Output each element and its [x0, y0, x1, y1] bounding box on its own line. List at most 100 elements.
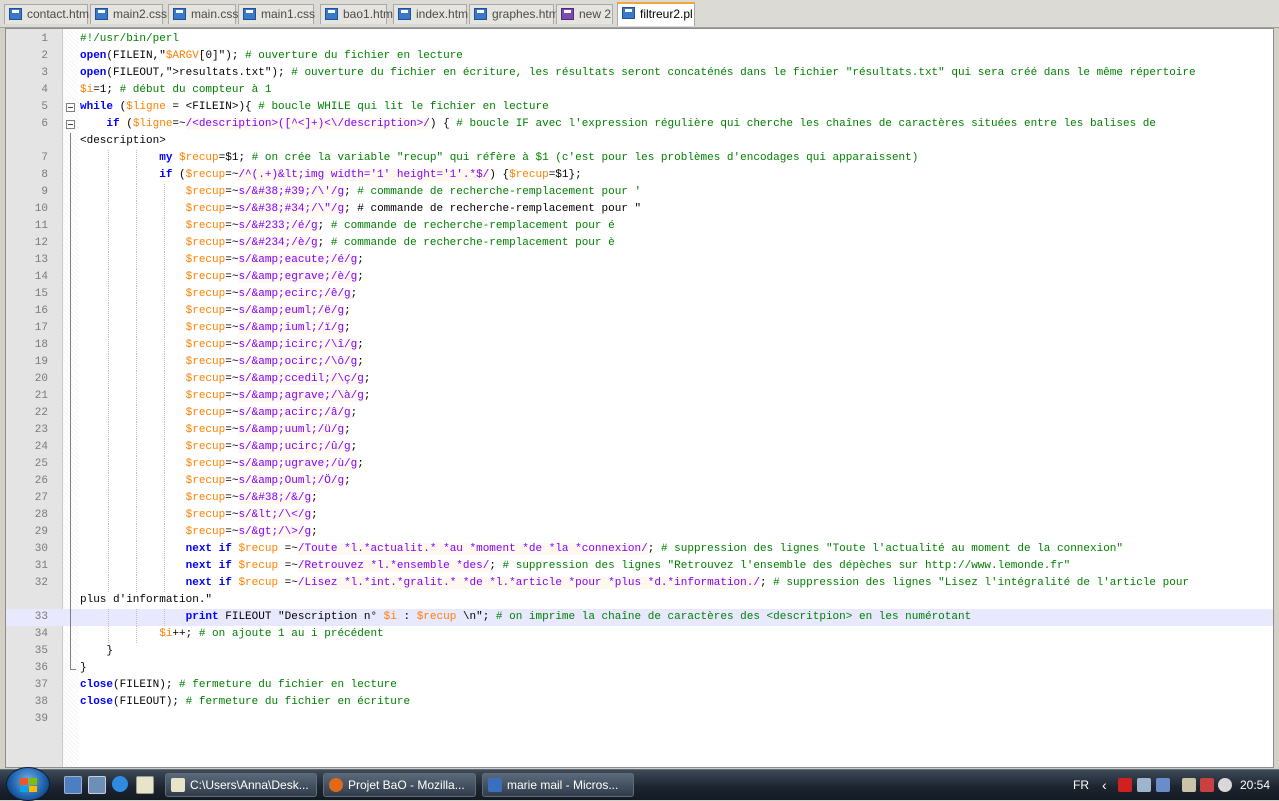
tab-filtreur2-pl[interactable]: filtreur2.pl [617, 2, 695, 26]
code-line[interactable]: 4 $i=1; # début du compteur à 1 [6, 82, 1273, 99]
notepad-icon [171, 778, 185, 792]
code-line[interactable]: 34 $i++; # on ajoute 1 au i précédent [6, 626, 1273, 643]
saved-file-icon [9, 8, 22, 20]
taskbar-button[interactable]: C:\Users\Anna\Desk... [165, 773, 317, 797]
code-line[interactable]: 2 open(FILEIN,"$ARGV[0]"); # ouverture du… [6, 48, 1273, 65]
code-line[interactable]: 23 $recup=~s/&amp;uuml;/ü/g; [6, 422, 1273, 439]
code-line[interactable]: 32 next if $recup =~/Lisez *l.*int.*gral… [6, 575, 1273, 592]
tab-main2-css[interactable]: main2.css [90, 4, 167, 24]
line-number: 2 [41, 50, 48, 62]
code-line[interactable]: plus d'information." [6, 592, 1273, 609]
code-line[interactable]: 27 $recup=~s/&#38;/&/g; [6, 490, 1273, 507]
tab-label: main.css [191, 7, 239, 21]
code-line[interactable]: 19 $recup=~s/&amp;ocirc;/\ô/g; [6, 354, 1273, 371]
code-text: $recup=~s/&amp;iuml;/ï/g; [185, 322, 351, 334]
code-line[interactable]: 15 $recup=~s/&amp;ecirc;/ê/g; [6, 286, 1273, 303]
code-text: $recup=~s/&#38;/&/g; [185, 492, 318, 504]
start-button[interactable] [6, 767, 50, 801]
clock[interactable]: 20:54 [1240, 770, 1270, 800]
fold-line [70, 269, 71, 286]
device-icon[interactable] [1156, 778, 1170, 792]
code-line[interactable]: <description> [6, 133, 1273, 150]
line-number: 14 [34, 271, 48, 283]
antivirus-icon[interactable] [1118, 778, 1132, 792]
code-text: $recup=~s/&amp;eacute;/é/g; [185, 254, 364, 266]
fold-line [70, 252, 71, 269]
line-number: 17 [34, 322, 48, 334]
tab-contact-htm[interactable]: contact.htm [4, 4, 89, 24]
fold-collapse-icon[interactable] [66, 120, 75, 129]
line-number: 24 [34, 441, 48, 453]
code-line[interactable]: 17 $recup=~s/&amp;iuml;/ï/g; [6, 320, 1273, 337]
switch-windows-icon[interactable] [88, 776, 106, 794]
code-text: $recup=~s/&amp;egrave;/è/g; [185, 271, 364, 283]
volume-muted-icon[interactable] [1218, 778, 1232, 792]
code-line[interactable]: 18 $recup=~s/&amp;icirc;/\î/g; [6, 337, 1273, 354]
code-line[interactable]: 33 print FILEOUT "Description n° $i : $r… [6, 609, 1273, 626]
code-line[interactable]: 13 $recup=~s/&amp;eacute;/é/g; [6, 252, 1273, 269]
code-line[interactable]: 14 $recup=~s/&amp;egrave;/è/g; [6, 269, 1273, 286]
tab-main-css[interactable]: main.css [168, 4, 239, 24]
tray-chevron-icon[interactable]: ‹ [1102, 770, 1107, 800]
saved-file-icon [95, 8, 108, 20]
code-line[interactable]: 7 my $recup=$1; # on crée la variable "r… [6, 150, 1273, 167]
code-line[interactable]: 22 $recup=~s/&amp;acirc;/â/g; [6, 405, 1273, 422]
code-line[interactable]: 35 } [6, 643, 1273, 660]
code-line[interactable]: 26 $recup=~s/&amp;Ouml;/Ö/g; [6, 473, 1273, 490]
code-text: close(FILEIN); # fermeture du fichier en… [80, 679, 397, 691]
fold-collapse-icon[interactable] [66, 103, 75, 112]
code-line[interactable]: 6 if ($ligne=~/<description>([^<]+)<\/de… [6, 116, 1273, 133]
code-line[interactable]: 5 while ($ligne = <FILEIN>){ # boucle WHI… [6, 99, 1273, 116]
code-text: $recup=~s/&amp;acirc;/â/g; [185, 407, 358, 419]
internet-explorer-icon[interactable] [112, 776, 128, 792]
code-text: $recup=~s/&lt;/\</g; [185, 509, 318, 521]
safely-remove-icon[interactable] [1182, 778, 1196, 792]
code-line[interactable]: 38 close(FILEOUT); # fermeture du fichier… [6, 694, 1273, 711]
code-line[interactable]: 37 close(FILEIN); # fermeture du fichier … [6, 677, 1273, 694]
network-icon[interactable] [1137, 778, 1151, 792]
code-line[interactable]: 36} [6, 660, 1273, 677]
fold-line [70, 150, 71, 167]
language-indicator[interactable]: FR [1073, 770, 1089, 800]
code-line[interactable]: 12 $recup=~s/&#234;/è/g; # commande de r… [6, 235, 1273, 252]
code-line[interactable]: 16 $recup=~s/&amp;euml;/ë/g; [6, 303, 1273, 320]
fold-line [70, 133, 71, 150]
code-text: plus d'information." [80, 594, 213, 606]
show-desktop-icon[interactable] [64, 776, 82, 794]
code-text: <description> [80, 135, 166, 147]
code-line[interactable]: 29 $recup=~s/&gt;/\>/g; [6, 524, 1273, 541]
tab-new-2[interactable]: new 2 [556, 4, 613, 24]
line-number: 39 [34, 713, 48, 725]
code-line[interactable]: 24 $recup=~s/&amp;ucirc;/û/g; [6, 439, 1273, 456]
code-line[interactable]: 20 $recup=~s/&amp;ccedil;/\ç/g; [6, 371, 1273, 388]
code-editor[interactable]: 1 #!/usr/bin/perl 2 open(FILEIN,"$ARGV[0]")… [5, 28, 1274, 768]
tab-index-htm[interactable]: index.htm [393, 4, 468, 24]
taskbar-button[interactable]: Projet BaO - Mozilla... [323, 773, 476, 797]
fold-line [70, 167, 71, 184]
code-line[interactable]: 11 $recup=~s/&#233;/é/g; # commande de r… [6, 218, 1273, 235]
code-line[interactable]: 9 $recup=~s/&#38;#39;/\'/g; # commande d… [6, 184, 1273, 201]
code-text: $recup=~s/&#38;#39;/\'/g; # commande de … [185, 186, 642, 198]
code-line[interactable]: 10 $recup=~s/&#38;#34;/\"/g; # commande … [6, 201, 1273, 218]
tab-bao1-htm[interactable]: bao1.htm [320, 4, 393, 24]
code-line[interactable]: 3 open(FILEOUT,">resultats.txt"); # ouver… [6, 65, 1273, 82]
code-text: $recup=~s/&amp;ucirc;/û/g; [185, 441, 358, 453]
code-line[interactable]: 28 $recup=~s/&lt;/\</g; [6, 507, 1273, 524]
code-line[interactable]: 31 next if $recup =~/Retrouvez *l.*ensem… [6, 558, 1273, 575]
taskbar-button[interactable]: marie mail - Micros... [482, 773, 634, 797]
code-line[interactable]: 1 #!/usr/bin/perl [6, 31, 1273, 48]
code-line[interactable]: 8 if ($recup=~/^(.+)&lt;img width='1' he… [6, 167, 1273, 184]
line-number: 37 [34, 679, 48, 691]
code-line[interactable]: 30 next if $recup =~/Toute *l.*actualit.… [6, 541, 1273, 558]
tab-main1-css[interactable]: main1.css [238, 4, 315, 24]
line-number: 15 [34, 288, 48, 300]
tab-graphes-htm[interactable]: graphes.htm [469, 4, 559, 24]
code-line[interactable]: 21 $recup=~s/&amp;agrave;/\à/g; [6, 388, 1273, 405]
code-line[interactable]: 39 [6, 711, 1273, 728]
code-text: $recup=~s/&#38;#34;/\"/g; # commande de … [185, 203, 642, 215]
saved-file-icon [173, 8, 186, 20]
saved-file-icon [474, 8, 487, 20]
notepad-quicklaunch-icon[interactable] [136, 776, 154, 794]
power-icon[interactable] [1200, 778, 1214, 792]
code-line[interactable]: 25 $recup=~s/&amp;ugrave;/ù/g; [6, 456, 1273, 473]
